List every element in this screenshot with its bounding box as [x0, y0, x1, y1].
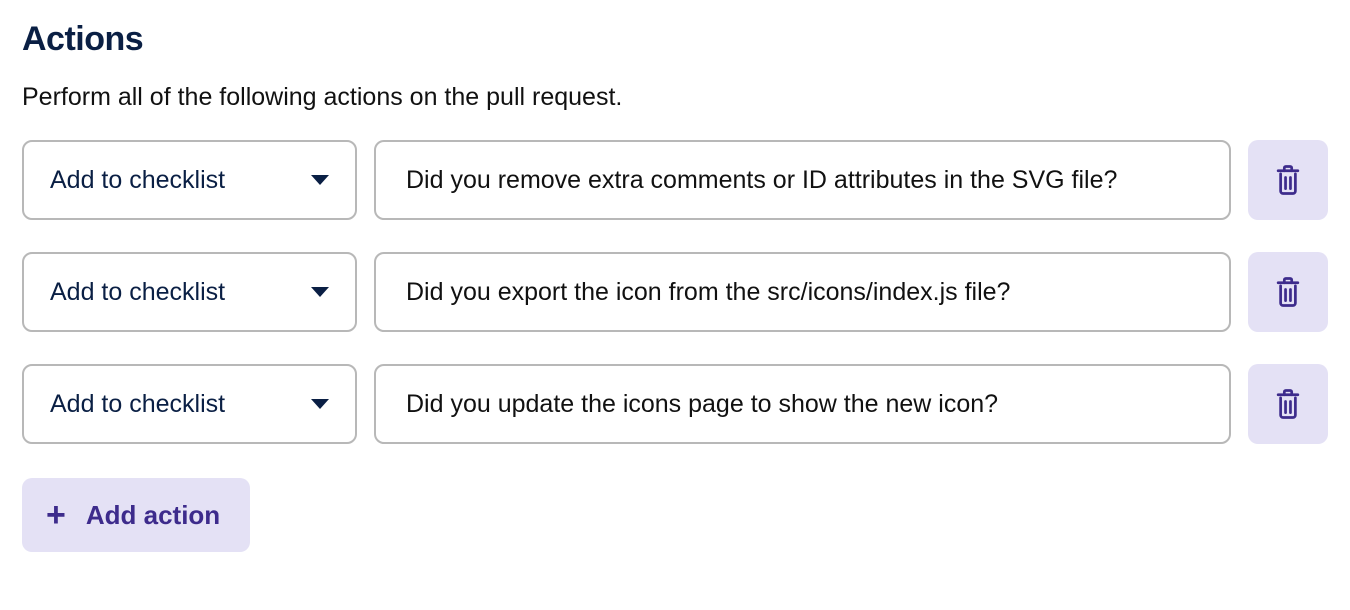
caret-down-icon — [311, 175, 329, 185]
section-title: Actions — [22, 20, 1328, 59]
delete-action-button[interactable] — [1248, 252, 1328, 332]
action-text-value: Did you remove extra comments or ID attr… — [406, 166, 1117, 195]
action-text-input[interactable]: Did you update the icons page to show th… — [374, 364, 1231, 444]
action-row: Add to checklist Did you export the icon… — [22, 252, 1328, 332]
action-text-input[interactable]: Did you export the icon from the src/ico… — [374, 252, 1231, 332]
delete-action-button[interactable] — [1248, 364, 1328, 444]
trash-icon — [1273, 164, 1303, 196]
add-action-label: Add action — [86, 500, 220, 531]
actions-list: Add to checklist Did you remove extra co… — [22, 140, 1328, 444]
action-row: Add to checklist Did you update the icon… — [22, 364, 1328, 444]
add-action-button[interactable]: + Add action — [22, 478, 250, 552]
action-text-value: Did you export the icon from the src/ico… — [406, 278, 1010, 307]
action-text-value: Did you update the icons page to show th… — [406, 390, 998, 419]
caret-down-icon — [311, 287, 329, 297]
caret-down-icon — [311, 399, 329, 409]
action-text-input[interactable]: Did you remove extra comments or ID attr… — [374, 140, 1231, 220]
section-subtitle: Perform all of the following actions on … — [22, 83, 1328, 112]
dropdown-label: Add to checklist — [50, 278, 225, 307]
action-type-dropdown[interactable]: Add to checklist — [22, 364, 357, 444]
action-row: Add to checklist Did you remove extra co… — [22, 140, 1328, 220]
delete-action-button[interactable] — [1248, 140, 1328, 220]
trash-icon — [1273, 388, 1303, 420]
plus-icon: + — [46, 498, 66, 532]
dropdown-label: Add to checklist — [50, 390, 225, 419]
trash-icon — [1273, 276, 1303, 308]
dropdown-label: Add to checklist — [50, 166, 225, 195]
action-type-dropdown[interactable]: Add to checklist — [22, 252, 357, 332]
action-type-dropdown[interactable]: Add to checklist — [22, 140, 357, 220]
